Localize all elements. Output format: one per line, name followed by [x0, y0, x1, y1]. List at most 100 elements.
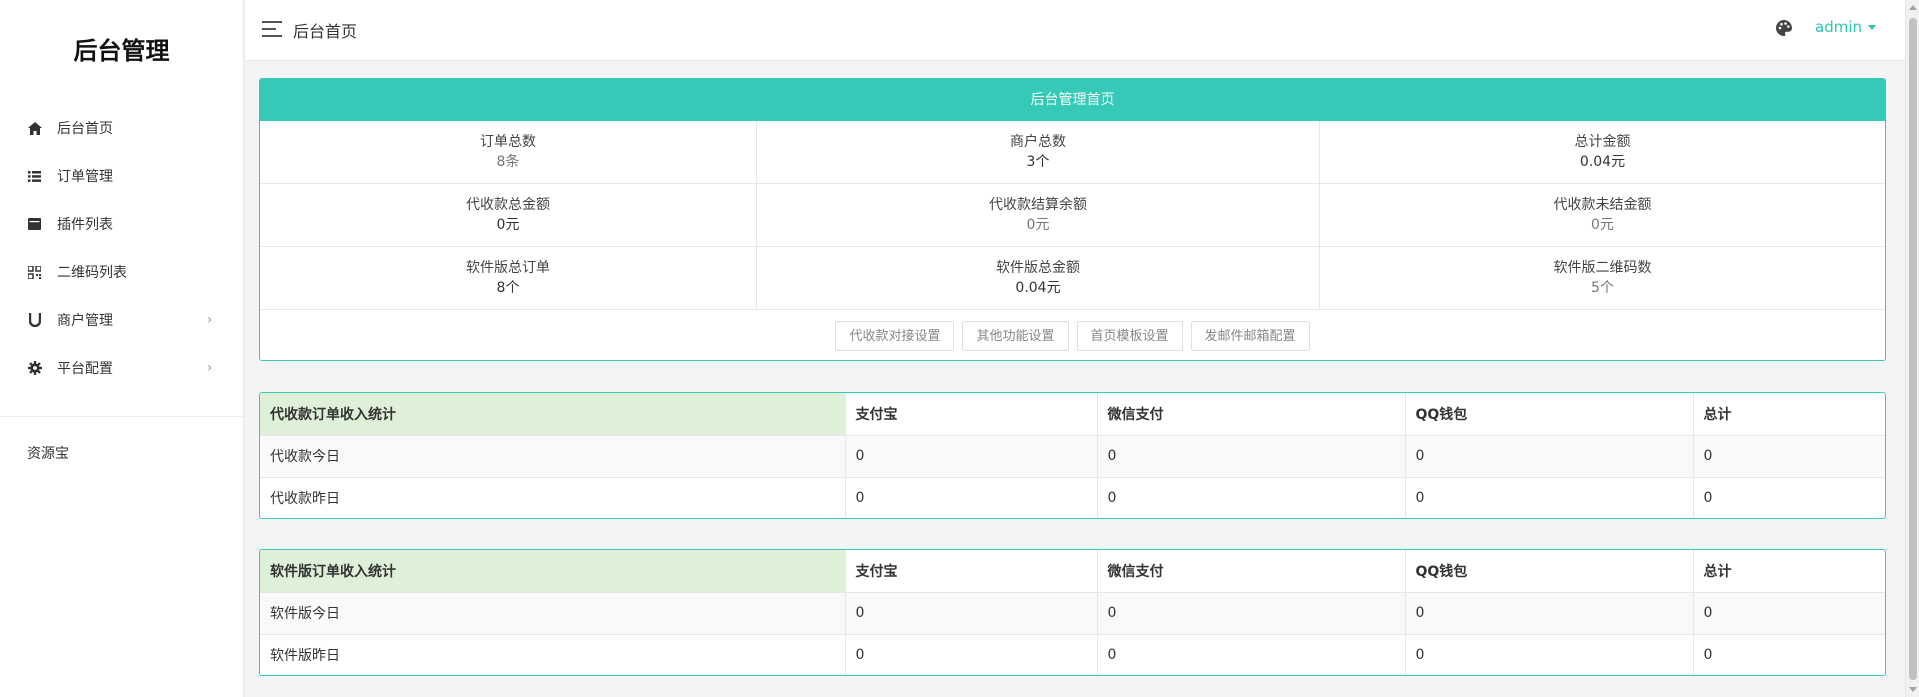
table-cell: 0 — [1097, 477, 1406, 518]
stat-label: 代收款未结金额 — [1553, 197, 1652, 213]
stat-label: 软件版二维码数 — [1553, 260, 1652, 276]
sidebar-item-merchants[interactable]: 商户管理 › — [0, 296, 243, 344]
stat-collection-balance: 代收款结算余额 0元 — [757, 184, 1320, 247]
user-menu[interactable]: admin — [1815, 18, 1876, 36]
table-row: 软件版昨日 0 0 0 0 — [260, 634, 1885, 675]
table-cell: 0 — [1097, 634, 1406, 675]
scroll-down-icon[interactable] — [1909, 687, 1917, 692]
stat-label: 代收款结算余额 — [989, 197, 1087, 213]
table-header-row: 软件版订单收入统计 支付宝 微信支付 QQ钱包 总计 — [260, 550, 1885, 593]
stat-collection-unsettled: 代收款未结金额 0元 — [1320, 184, 1885, 247]
table-cell: 0 — [1405, 634, 1694, 675]
menu-toggle-icon[interactable] — [262, 21, 282, 37]
stat-value: 3个 — [1026, 154, 1050, 170]
sidebar-item-label: 二维码列表 — [57, 265, 127, 281]
table-row: 软件版今日 0 0 0 0 — [260, 592, 1885, 635]
stat-software-qrcodes: 软件版二维码数 5个 — [1320, 247, 1885, 310]
sidebar-item-plugins[interactable]: 插件列表 — [0, 200, 243, 248]
sidebar-item-label: 平台配置 — [57, 361, 113, 377]
table-header: 软件版订单收入统计 — [260, 550, 846, 593]
magnet-icon — [27, 313, 42, 328]
panel-title: 后台管理首页 — [260, 79, 1885, 121]
stat-value: 8条 — [496, 154, 520, 170]
stat-label: 订单总数 — [480, 134, 536, 150]
brand-title: 后台管理 — [73, 36, 170, 65]
table-header: 微信支付 — [1097, 550, 1406, 593]
table-header: 支付宝 — [845, 393, 1098, 436]
sidebar-item-orders[interactable]: 订单管理 — [0, 152, 243, 200]
table-header: QQ钱包 — [1405, 550, 1694, 593]
table-cell: 0 — [1405, 592, 1694, 635]
chevron-right-icon: › — [207, 360, 212, 375]
table-cell: 0 — [1097, 435, 1406, 478]
sidebar-item-label: 后台首页 — [57, 121, 113, 137]
table-cell: 0 — [1703, 647, 1713, 664]
stat-value: 8个 — [496, 280, 520, 296]
vertical-scrollbar[interactable] — [1905, 0, 1919, 697]
stat-value: 0元 — [496, 217, 520, 233]
table-cell: 0 — [845, 477, 1098, 518]
stat-software-amount: 软件版总金额 0.04元 — [757, 247, 1320, 310]
page-title: 后台首页 — [293, 22, 358, 41]
homepage-template-button[interactable]: 首页模板设置 — [1076, 320, 1183, 351]
table-header: 支付宝 — [845, 550, 1098, 593]
stat-label: 软件版总金额 — [996, 260, 1080, 276]
stat-value: 5个 — [1591, 280, 1614, 296]
scrollbar-thumb[interactable] — [1909, 18, 1917, 680]
table-cell: 0 — [1693, 435, 1885, 478]
stat-label: 软件版总订单 — [466, 260, 550, 276]
stat-order-count: 订单总数 8条 — [260, 121, 757, 184]
software-income-table: 软件版订单收入统计 支付宝 微信支付 QQ钱包 总计 软件版今日 0 0 0 0… — [259, 549, 1886, 676]
table-cell: 0 — [1703, 490, 1713, 507]
table-cell: 0 — [845, 634, 1098, 675]
sidebar: 后台管理 后台首页 订单管理 插件列表 二维码列表 商户管理 › 平台配置 › … — [0, 0, 244, 697]
other-settings-button[interactable]: 其他功能设置 — [962, 320, 1069, 351]
collection-config-button[interactable]: 代收款对接设置 — [835, 320, 955, 351]
gear-icon — [27, 361, 42, 376]
table-cell: 0 — [845, 435, 1098, 478]
table-row: 代收款昨日 0 0 0 0 — [260, 477, 1885, 518]
sidebar-item-label: 商户管理 — [57, 313, 113, 329]
stats-grid: 订单总数 8条 商户总数 3个 总计金额 0.04元 代收款总金额 0元 代收款结算余额… — [260, 121, 1885, 310]
palette-icon[interactable] — [1775, 19, 1795, 39]
sidebar-item-qrcodes[interactable]: 二维码列表 — [0, 248, 243, 296]
sidebar-item-label: 插件列表 — [57, 217, 113, 233]
stat-collection-total: 代收款总金额 0元 — [260, 184, 757, 247]
list-icon — [27, 169, 42, 184]
table-cell: 软件版今日 — [260, 592, 846, 635]
overview-panel: 后台管理首页 订单总数 8条 商户总数 3个 总计金额 0.04元 代收款总金额 0元 … — [259, 78, 1886, 361]
table-row: 代收款今日 0 0 0 0 — [260, 435, 1885, 478]
table-header: QQ钱包 — [1405, 393, 1694, 436]
scroll-up-icon[interactable] — [1909, 5, 1917, 10]
sidebar-nav: 后台首页 订单管理 插件列表 二维码列表 商户管理 › 平台配置 › — [0, 96, 243, 392]
stat-value: 0元 — [1026, 217, 1050, 233]
home-icon — [27, 121, 42, 136]
caret-down-icon — [1868, 25, 1876, 30]
table-cell: 软件版昨日 — [260, 634, 846, 675]
sidebar-item-home[interactable]: 后台首页 — [0, 104, 243, 152]
table-cell: 0 — [1097, 592, 1406, 635]
table-cell: 0 — [1693, 592, 1885, 635]
stat-label: 代收款总金额 — [466, 197, 550, 213]
table-header: 代收款订单收入统计 — [260, 393, 846, 436]
top-header: 后台首页 admin — [245, 0, 1905, 61]
sidebar-item-label: 订单管理 — [57, 169, 113, 185]
settings-button-row: 代收款对接设置 其他功能设置 首页模板设置 发邮件邮箱配置 — [260, 310, 1885, 360]
mail-config-button[interactable]: 发邮件邮箱配置 — [1190, 320, 1310, 351]
table-header: 微信支付 — [1097, 393, 1406, 436]
stat-label: 商户总数 — [1010, 134, 1066, 150]
table-header-row: 代收款订单收入统计 支付宝 微信支付 QQ钱包 总计 — [260, 393, 1885, 436]
sidebar-item-resource[interactable]: 资源宝 — [0, 417, 243, 489]
table-header: 总计 — [1693, 393, 1885, 436]
stat-value: 0元 — [1591, 217, 1614, 233]
table-cell: 0 — [1405, 477, 1694, 518]
stat-label: 总计金额 — [1574, 134, 1631, 150]
sidebar-item-settings[interactable]: 平台配置 › — [0, 344, 243, 392]
table-cell: 代收款今日 — [260, 435, 846, 478]
stat-merchant-count: 商户总数 3个 — [757, 121, 1320, 184]
table-header: 总计 — [1693, 550, 1885, 593]
stat-total-amount: 总计金额 0.04元 — [1320, 121, 1885, 184]
stat-software-orders: 软件版总订单 8个 — [260, 247, 757, 310]
table-cell: 代收款昨日 — [260, 477, 846, 518]
table-cell: 0 — [845, 592, 1098, 635]
